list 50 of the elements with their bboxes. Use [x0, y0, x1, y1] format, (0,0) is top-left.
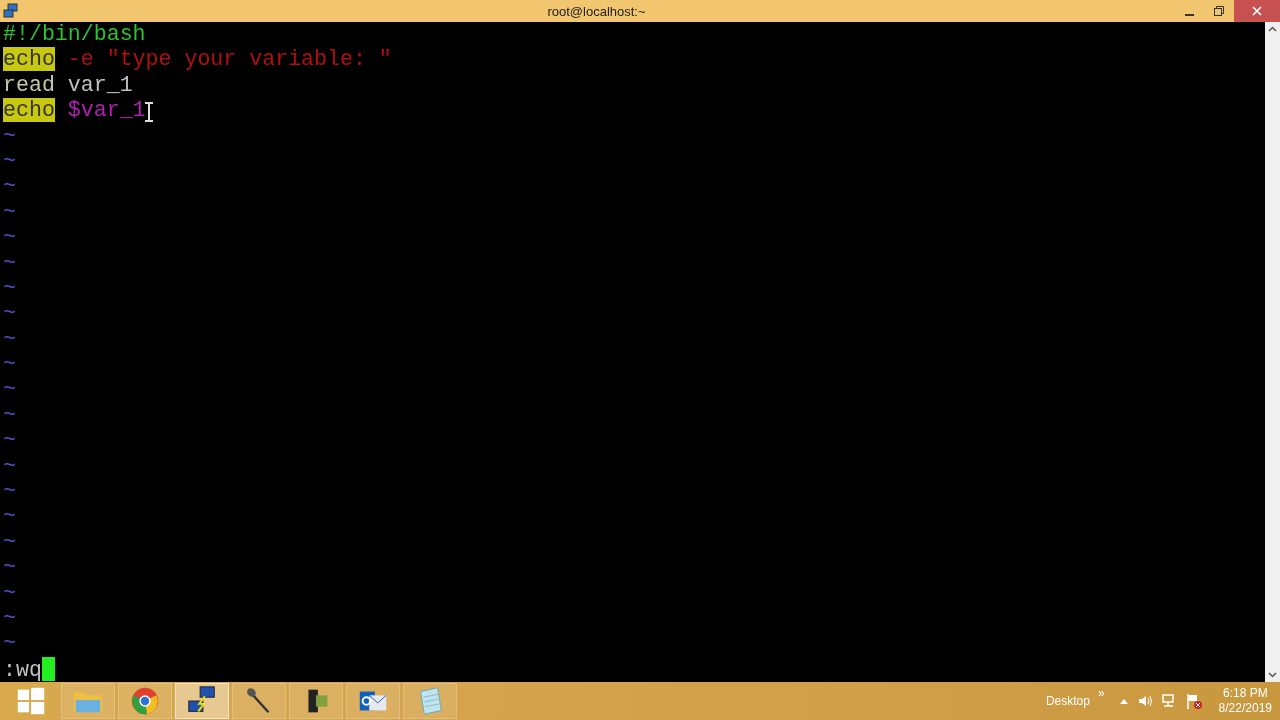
shebang-line: #!/bin/bash [3, 22, 146, 46]
empty-line-marker: ~ [3, 453, 16, 478]
empty-line-marker: ~ [3, 529, 16, 554]
identifier: var_1 [67, 72, 133, 97]
toolbar-overflow[interactable]: » [1097, 684, 1105, 702]
taskbar-button[interactable] [175, 683, 229, 719]
string-literal: -e "type your variable: " [67, 47, 392, 72]
keyword: echo [3, 47, 55, 72]
scrollbar[interactable] [1265, 22, 1280, 682]
empty-line-marker: ~ [3, 504, 16, 529]
flag-icon[interactable] [1184, 692, 1203, 710]
empty-line-marker: ~ [3, 199, 16, 224]
network-icon[interactable] [1160, 693, 1177, 709]
empty-line-marker: ~ [3, 148, 16, 173]
caret-up-icon[interactable] [1118, 697, 1129, 705]
desktop-label[interactable]: Desktop [1045, 692, 1090, 710]
cursor [41, 656, 55, 681]
keyword: echo [3, 98, 55, 123]
empty-line-marker: ~ [3, 225, 16, 250]
empty-line-marker: ~ [3, 250, 16, 275]
text-cursor-icon [144, 102, 154, 122]
taskbar-button[interactable] [346, 683, 400, 719]
clock-time[interactable]: 6:18 PM [1218, 686, 1272, 701]
variable-reference: $var_1 [67, 98, 146, 123]
taskbar-button[interactable] [232, 683, 286, 719]
empty-line-marker: ~ [3, 479, 16, 504]
minimize-icon [1184, 14, 1194, 16]
clock-date[interactable]: 8/22/2019 [1218, 701, 1272, 716]
empty-line-marker: ~ [3, 377, 16, 402]
window-title: root@localhost:~ [547, 4, 646, 19]
empty-line-marker: ~ [3, 352, 16, 377]
terminal-editor[interactable]: #!/bin/bash echo -e "type your variable: " read var_1 echo $var_1 ~ ~ ~ ~ ~ ~ ~ ~ ~ ~ ~ ~ ~ ~ ~ ~ ~ ~ ~ ~ ~ :wq [0, 22, 1265, 682]
empty-line-marker: ~ [3, 275, 16, 300]
maximize-icon [1214, 6, 1224, 16]
speaker-icon[interactable] [1136, 693, 1153, 709]
empty-line-marker: ~ [3, 174, 16, 199]
computer-icon [3, 3, 19, 19]
keyword: read [3, 72, 55, 97]
empty-line-marker: ~ [3, 631, 16, 656]
empty-line-marker: ~ [3, 301, 16, 326]
empty-line-marker: ~ [3, 555, 16, 580]
empty-line-marker: ~ [3, 606, 16, 630]
empty-line-marker: ~ [3, 326, 16, 351]
empty-line-marker: ~ [3, 428, 16, 453]
empty-line-marker: ~ [3, 123, 16, 148]
close-icon [1252, 6, 1262, 16]
empty-line-marker: ~ [3, 402, 16, 427]
taskbar-button[interactable] [289, 683, 343, 719]
empty-line-marker: ~ [3, 580, 16, 605]
command-line: :wq [3, 657, 42, 682]
